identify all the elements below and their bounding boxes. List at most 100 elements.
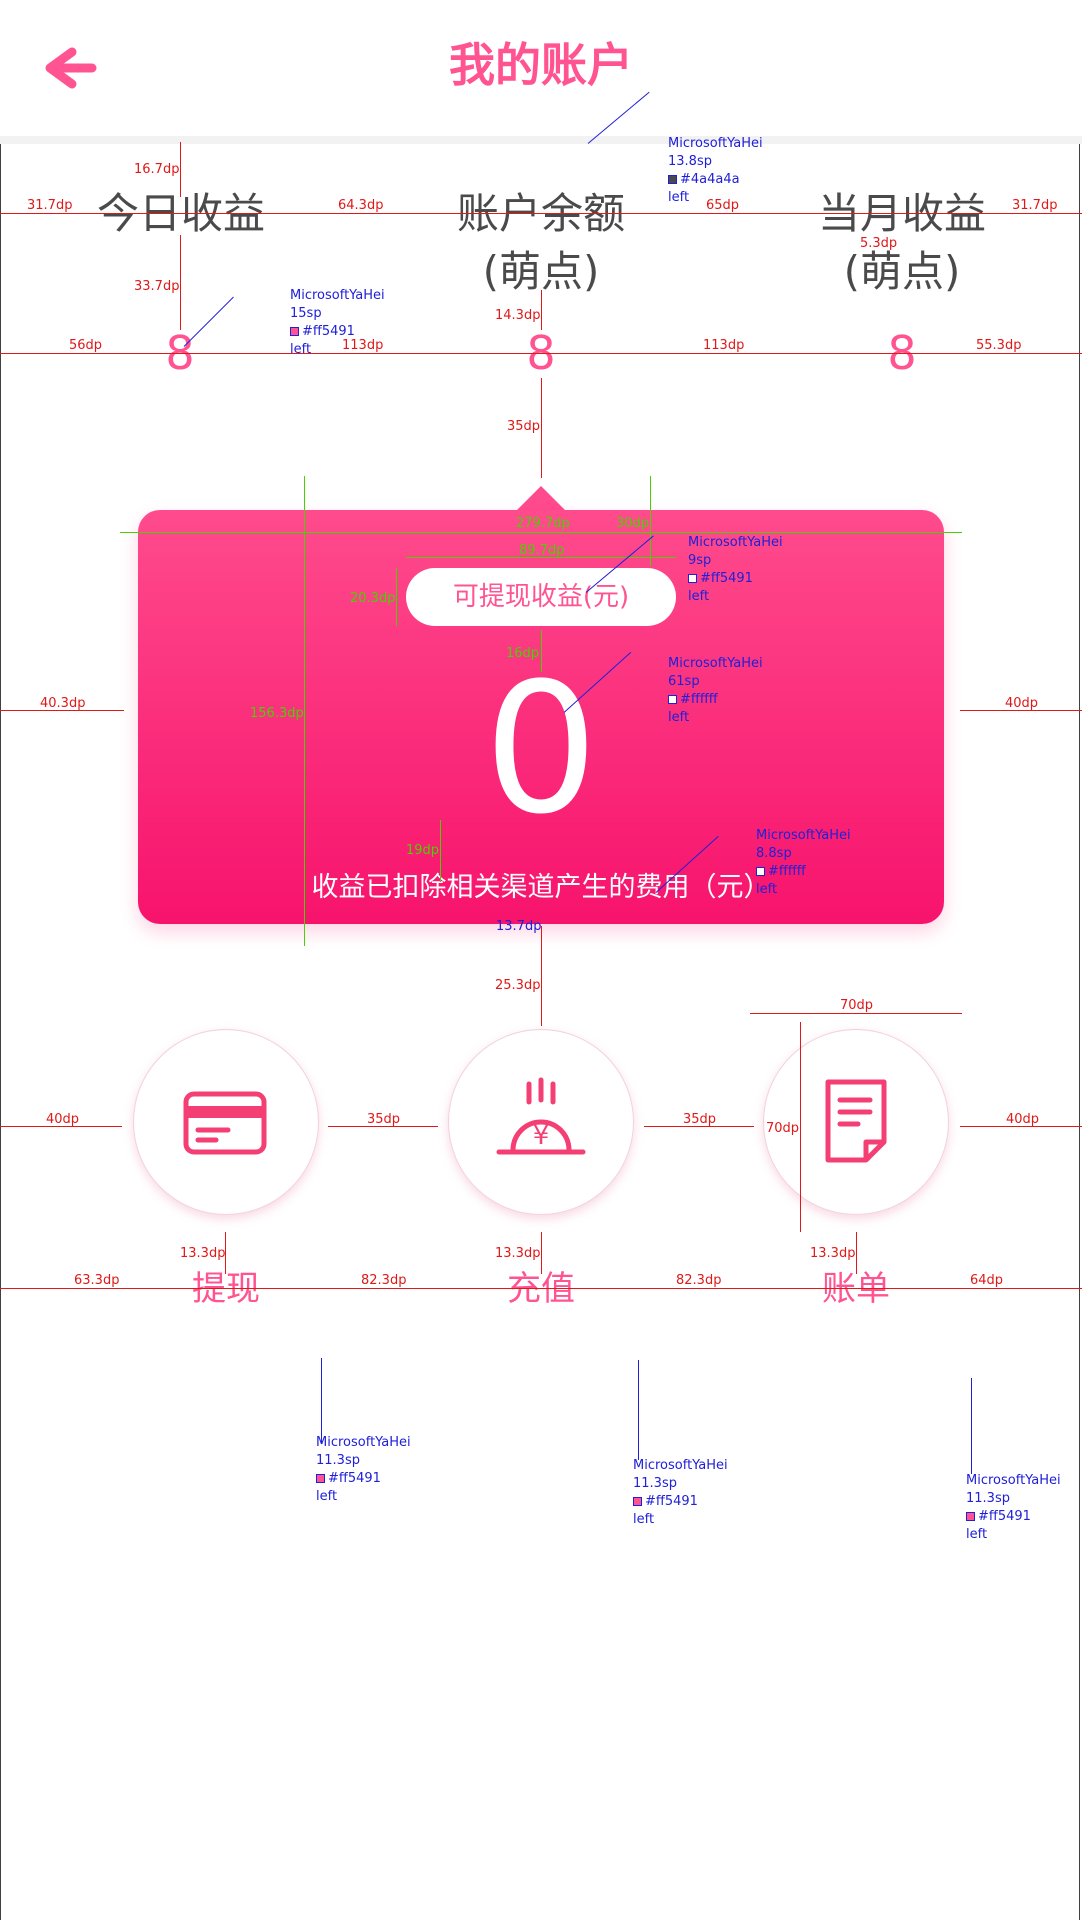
stat-month-earnings: 当月收益 (萌点) <box>777 185 1027 301</box>
spacing-label: 82.3dp <box>676 1273 722 1288</box>
card-icon <box>183 1091 267 1155</box>
spec-color: #ff5491 <box>700 571 753 586</box>
guide-line <box>541 290 542 330</box>
spec-color-row: #ff5491 <box>633 1493 728 1511</box>
spec-color-row: #4a4a4a <box>668 171 763 189</box>
spec-color-row: #ff5491 <box>688 570 783 588</box>
color-swatch <box>966 1512 975 1521</box>
spec-color-row: #ff5491 <box>290 323 385 341</box>
guide-line <box>856 1232 857 1274</box>
spacing-label: 35dp <box>683 1112 717 1127</box>
color-swatch <box>633 1497 642 1506</box>
font-spec-callout: MicrosoftYaHei 15sp #ff5491 left <box>290 287 385 359</box>
spacing-label: 40dp <box>1006 1112 1040 1127</box>
frame-edge-right <box>1079 0 1080 1920</box>
spacing-label: 40.3dp <box>40 696 86 711</box>
spec-font: MicrosoftYaHei <box>756 828 851 843</box>
spec-size: 9sp <box>688 553 712 568</box>
spec-align: left <box>668 710 690 725</box>
guide-line <box>541 1232 542 1274</box>
spacing-label: 14.3dp <box>495 308 541 323</box>
spacing-label: 13.3dp <box>810 1246 856 1261</box>
spec-color: #ffffff <box>768 864 806 879</box>
spacing-label: 40dp <box>46 1112 80 1127</box>
spacing-label: 35dp <box>367 1112 401 1127</box>
withdrawable-amount: 0 <box>483 645 599 854</box>
leader-line <box>971 1378 972 1474</box>
spacing-label: 113dp <box>703 338 745 353</box>
spacing-label: 56dp <box>69 338 103 353</box>
spacing-label: 13.3dp <box>180 1246 226 1261</box>
spec-align: left <box>756 882 778 897</box>
spec-align: left <box>316 1489 338 1504</box>
spec-align: left <box>966 1527 988 1542</box>
spec-color: #ff5491 <box>302 324 355 339</box>
spacing-label: 13.3dp <box>495 1246 541 1261</box>
spec-size: 11.3sp <box>316 1453 360 1468</box>
spec-size: 61sp <box>668 674 700 689</box>
spacing-label: 64.3dp <box>338 198 384 213</box>
leader-line <box>321 1358 322 1444</box>
spec-font: MicrosoftYaHei <box>688 535 783 550</box>
stat-account-balance: 账户余额 (萌点) <box>416 185 666 301</box>
spacing-label: 70dp <box>766 1121 800 1136</box>
app-header: 我的账户 <box>0 0 1082 136</box>
guide-line <box>541 926 542 1026</box>
font-spec-callout: MicrosoftYaHei 13.8sp #4a4a4a left <box>668 135 763 207</box>
stat-label-unit: (萌点) <box>843 247 961 296</box>
spec-color-row: #ff5491 <box>966 1508 1061 1526</box>
withdraw-button[interactable] <box>133 1029 319 1215</box>
guide-line <box>541 378 542 478</box>
recharge-button[interactable]: ¥ <box>448 1029 634 1215</box>
spec-font: MicrosoftYaHei <box>290 288 385 303</box>
card-measure-label: 279.7dp <box>516 516 570 531</box>
font-spec-callout: MicrosoftYaHei 11.3sp #ff5491 left <box>633 1457 728 1529</box>
card-measure-label: 30dp <box>616 516 650 531</box>
fee-note: 收益已扣除相关渠道产生的费用（元） <box>311 872 771 903</box>
spec-size: 15sp <box>290 306 322 321</box>
guide-line <box>0 213 1082 214</box>
spec-align: left <box>688 589 710 604</box>
spec-align: left <box>633 1512 655 1527</box>
spec-size: 8.8sp <box>756 846 792 861</box>
font-spec-callout: MicrosoftYaHei 11.3sp #ff5491 left <box>966 1472 1061 1544</box>
spec-align: left <box>290 342 312 357</box>
stat-label: 账户余额 <box>456 189 625 238</box>
spacing-label: 70dp <box>840 998 874 1013</box>
guide-line <box>541 630 542 672</box>
card-measure-label: 156.3dp <box>250 706 304 721</box>
withdraw-label: 提现 <box>192 1269 260 1309</box>
card-pointer <box>517 486 565 510</box>
font-spec-callout: MicrosoftYaHei 11.3sp #ff5491 left <box>316 1434 411 1506</box>
spacing-label: 35dp <box>507 419 541 434</box>
spec-color: #ff5491 <box>328 1471 381 1486</box>
spec-color-row: #ff5491 <box>316 1470 411 1488</box>
card-measure-label: 16dp <box>506 646 540 661</box>
stat-label: 今日收益 <box>96 189 265 238</box>
frame-edge-left <box>0 0 1 1920</box>
guide-line <box>440 820 441 882</box>
spacing-label: 16.7dp <box>134 162 180 177</box>
font-spec-callout: MicrosoftYaHei 8.8sp #ffffff left <box>756 827 851 899</box>
color-swatch <box>668 175 677 184</box>
guide-line <box>650 476 651 566</box>
color-swatch <box>688 574 697 583</box>
color-swatch <box>290 327 299 336</box>
color-swatch <box>316 1474 325 1483</box>
spec-font: MicrosoftYaHei <box>668 136 763 151</box>
spacing-label: 31.7dp <box>27 198 73 213</box>
withdrawable-earnings-pill[interactable]: 可提现收益(元) <box>406 568 676 626</box>
guide-line <box>180 142 181 197</box>
leader-line <box>638 1360 639 1460</box>
spacing-label: 33.7dp <box>134 279 180 294</box>
spec-font: MicrosoftYaHei <box>966 1473 1061 1488</box>
card-measure-label: 89.7dp <box>519 543 565 558</box>
spec-font: MicrosoftYaHei <box>316 1435 411 1450</box>
guide-line <box>120 532 962 533</box>
spec-color-row: #ffffff <box>668 691 763 709</box>
page-title: 我的账户 <box>449 38 633 92</box>
spec-font: MicrosoftYaHei <box>668 656 763 671</box>
guide-line <box>0 1288 1082 1289</box>
guide-line <box>180 235 181 330</box>
color-swatch <box>668 695 677 704</box>
